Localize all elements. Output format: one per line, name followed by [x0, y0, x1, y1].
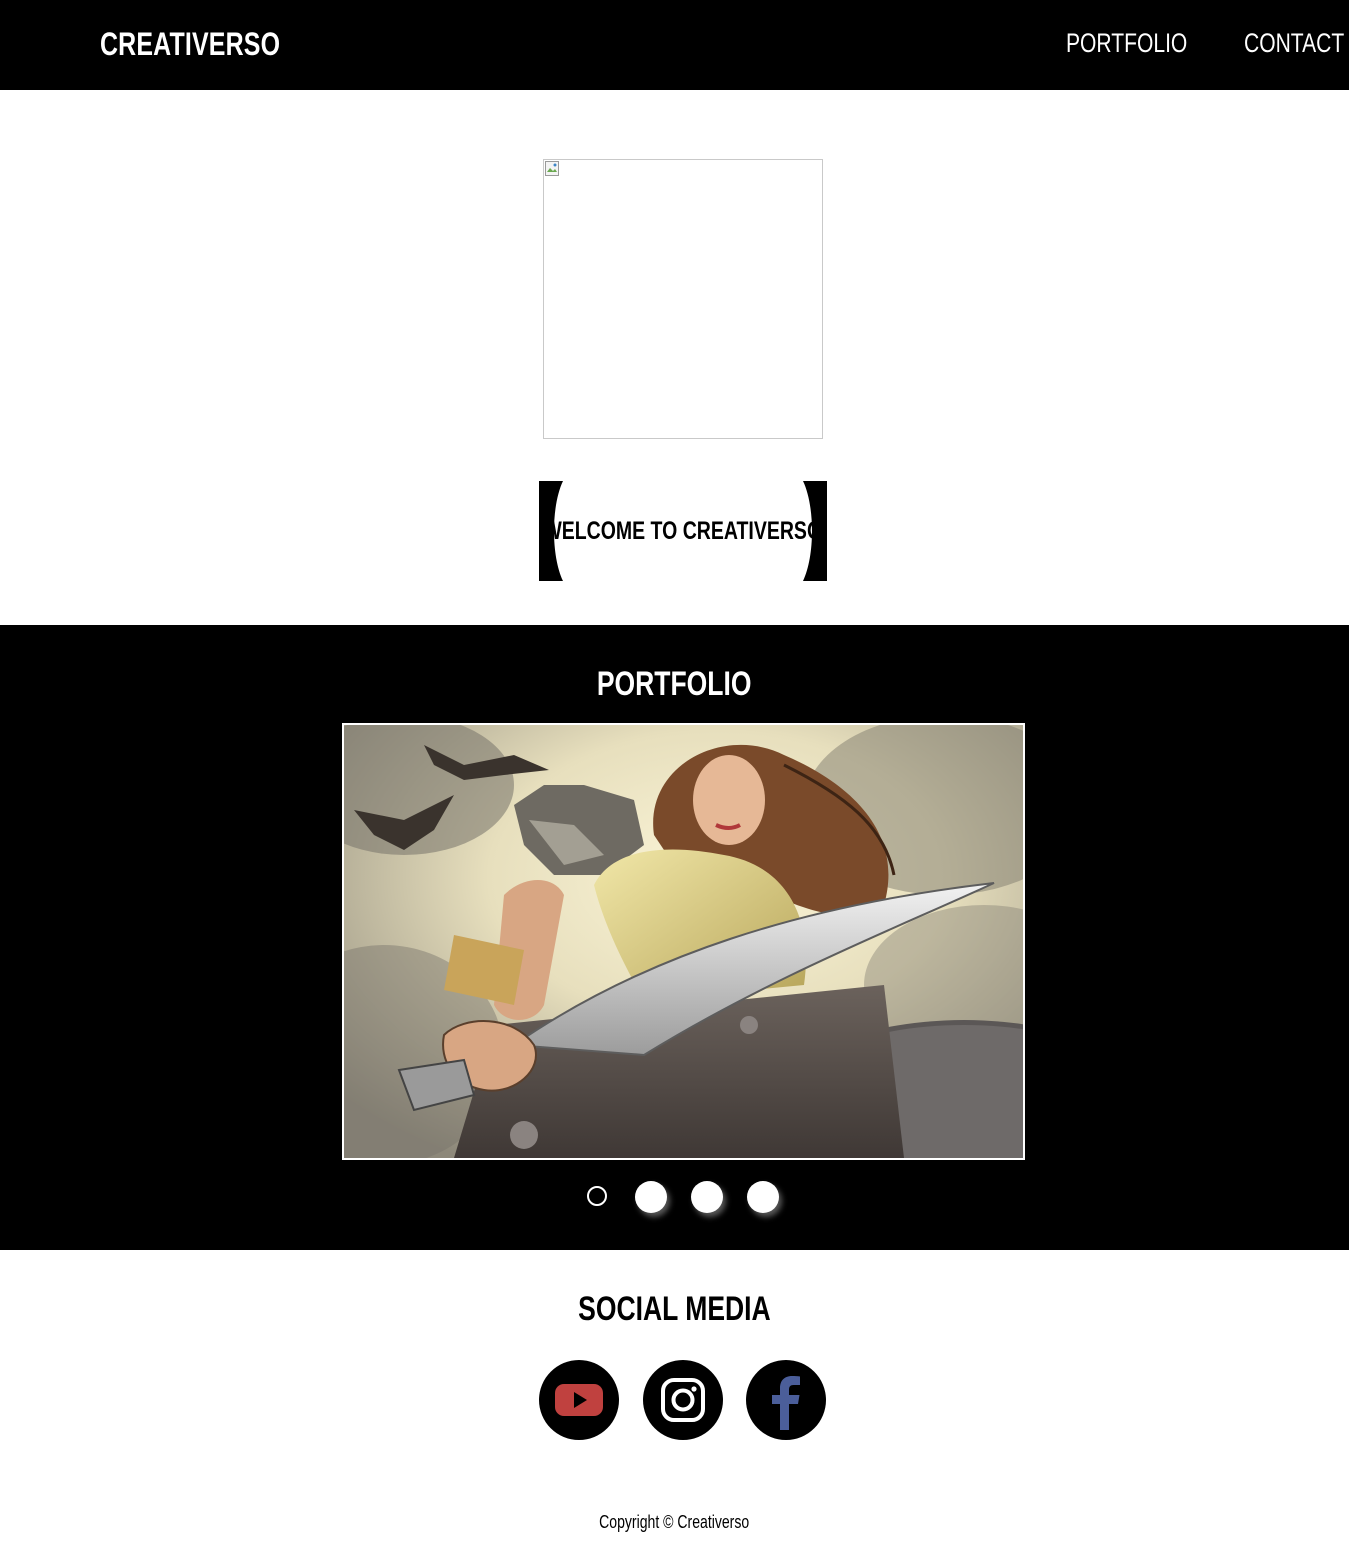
- portfolio-title-text: PORTFOLIO: [597, 665, 752, 703]
- facebook-link[interactable]: [746, 1360, 826, 1440]
- copyright-label: Copyright © Creativerso: [599, 1512, 750, 1532]
- broken-image-icon: [545, 161, 559, 176]
- slider-dots: [0, 1181, 1349, 1215]
- nav-link-portfolio-label: PORTFOLIO: [1066, 28, 1188, 58]
- social-media-title-text: SOCIAL MEDIA: [578, 1290, 771, 1328]
- brand-logo[interactable]: CREATIVERSO: [100, 26, 331, 63]
- brand-text: CREATIVERSO: [100, 26, 281, 62]
- instagram-icon: [661, 1378, 705, 1422]
- portfolio-title: PORTFOLIO: [0, 665, 1349, 704]
- nav-link-portfolio[interactable]: PORTFOLIO: [1066, 28, 1222, 59]
- copyright-text: Copyright © Creativerso: [0, 1512, 1349, 1533]
- instagram-link[interactable]: [643, 1360, 723, 1440]
- welcome-heading: WELCOME TO CREATIVERSO: [539, 481, 827, 581]
- slider-dot-2[interactable]: [635, 1181, 667, 1213]
- slider-dot-4[interactable]: [747, 1181, 779, 1213]
- nav-link-contact[interactable]: CONTACT: [1244, 28, 1349, 59]
- portfolio-slide[interactable]: [342, 723, 1025, 1160]
- warrior-illustration: [344, 725, 1023, 1158]
- welcome-heading-text: WELCOME TO CREATIVERSO: [543, 516, 823, 545]
- top-navbar: CREATIVERSO PORTFOLIO CONTACT: [0, 0, 1349, 90]
- youtube-link[interactable]: [539, 1360, 619, 1440]
- welcome-banner: WELCOME TO CREATIVERSO: [539, 481, 827, 581]
- hero-image: [543, 159, 823, 439]
- nav-link-contact-label: CONTACT: [1244, 28, 1345, 58]
- social-media-title: SOCIAL MEDIA: [0, 1290, 1349, 1329]
- youtube-icon: [555, 1384, 603, 1416]
- slider-dot-1[interactable]: [587, 1186, 607, 1206]
- portfolio-section: PORTFOLIO: [0, 625, 1349, 1250]
- slider-dot-3[interactable]: [691, 1181, 723, 1213]
- facebook-icon: [772, 1376, 800, 1430]
